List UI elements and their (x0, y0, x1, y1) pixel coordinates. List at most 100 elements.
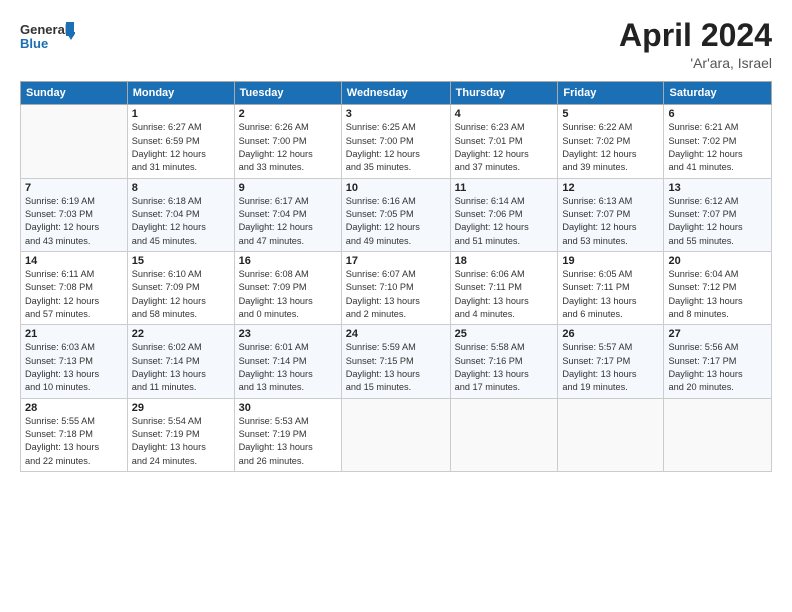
day-number: 13 (668, 182, 767, 194)
weekday-header: Sunday (21, 82, 128, 105)
day-info: Sunrise: 6:07 AMSunset: 7:10 PMDaylight:… (346, 268, 446, 321)
day-info: Sunrise: 6:27 AMSunset: 6:59 PMDaylight:… (132, 121, 230, 174)
day-info: Sunrise: 6:02 AMSunset: 7:14 PMDaylight:… (132, 341, 230, 394)
day-info: Sunrise: 6:23 AMSunset: 7:01 PMDaylight:… (455, 121, 554, 174)
calendar-cell: 29Sunrise: 5:54 AMSunset: 7:19 PMDayligh… (127, 398, 234, 471)
day-number: 17 (346, 255, 446, 267)
calendar-week-row: 14Sunrise: 6:11 AMSunset: 7:08 PMDayligh… (21, 251, 772, 324)
day-number: 18 (455, 255, 554, 267)
day-number: 26 (562, 328, 659, 340)
day-info: Sunrise: 6:14 AMSunset: 7:06 PMDaylight:… (455, 195, 554, 248)
calendar-week-row: 1Sunrise: 6:27 AMSunset: 6:59 PMDaylight… (21, 105, 772, 178)
calendar-cell: 23Sunrise: 6:01 AMSunset: 7:14 PMDayligh… (234, 325, 341, 398)
header: General Blue April 2024 'Ar'ara, Israel (20, 18, 772, 71)
calendar-cell: 5Sunrise: 6:22 AMSunset: 7:02 PMDaylight… (558, 105, 664, 178)
calendar-week-row: 28Sunrise: 5:55 AMSunset: 7:18 PMDayligh… (21, 398, 772, 471)
svg-text:General: General (20, 22, 68, 37)
calendar-cell: 14Sunrise: 6:11 AMSunset: 7:08 PMDayligh… (21, 251, 128, 324)
day-number: 7 (25, 182, 123, 194)
day-number: 24 (346, 328, 446, 340)
calendar-cell: 8Sunrise: 6:18 AMSunset: 7:04 PMDaylight… (127, 178, 234, 251)
day-number: 25 (455, 328, 554, 340)
location: 'Ar'ara, Israel (619, 55, 772, 71)
weekday-header: Saturday (664, 82, 772, 105)
calendar-cell: 28Sunrise: 5:55 AMSunset: 7:18 PMDayligh… (21, 398, 128, 471)
calendar-table: SundayMondayTuesdayWednesdayThursdayFrid… (20, 81, 772, 472)
calendar-cell: 17Sunrise: 6:07 AMSunset: 7:10 PMDayligh… (341, 251, 450, 324)
calendar-cell: 27Sunrise: 5:56 AMSunset: 7:17 PMDayligh… (664, 325, 772, 398)
weekday-header: Tuesday (234, 82, 341, 105)
calendar-cell (21, 105, 128, 178)
day-number: 20 (668, 255, 767, 267)
weekday-header: Friday (558, 82, 664, 105)
weekday-header: Wednesday (341, 82, 450, 105)
weekday-header: Thursday (450, 82, 558, 105)
calendar-cell: 10Sunrise: 6:16 AMSunset: 7:05 PMDayligh… (341, 178, 450, 251)
day-info: Sunrise: 6:21 AMSunset: 7:02 PMDaylight:… (668, 121, 767, 174)
calendar-cell: 4Sunrise: 6:23 AMSunset: 7:01 PMDaylight… (450, 105, 558, 178)
calendar-cell: 22Sunrise: 6:02 AMSunset: 7:14 PMDayligh… (127, 325, 234, 398)
calendar-cell: 18Sunrise: 6:06 AMSunset: 7:11 PMDayligh… (450, 251, 558, 324)
calendar-cell: 25Sunrise: 5:58 AMSunset: 7:16 PMDayligh… (450, 325, 558, 398)
calendar-cell: 3Sunrise: 6:25 AMSunset: 7:00 PMDaylight… (341, 105, 450, 178)
day-info: Sunrise: 6:22 AMSunset: 7:02 PMDaylight:… (562, 121, 659, 174)
calendar-cell: 15Sunrise: 6:10 AMSunset: 7:09 PMDayligh… (127, 251, 234, 324)
day-number: 5 (562, 108, 659, 120)
day-number: 14 (25, 255, 123, 267)
day-number: 29 (132, 402, 230, 414)
logo: General Blue (20, 18, 75, 58)
calendar-cell: 21Sunrise: 6:03 AMSunset: 7:13 PMDayligh… (21, 325, 128, 398)
day-number: 3 (346, 108, 446, 120)
calendar-cell: 24Sunrise: 5:59 AMSunset: 7:15 PMDayligh… (341, 325, 450, 398)
day-info: Sunrise: 6:12 AMSunset: 7:07 PMDaylight:… (668, 195, 767, 248)
weekday-header: Monday (127, 82, 234, 105)
day-info: Sunrise: 6:26 AMSunset: 7:00 PMDaylight:… (239, 121, 337, 174)
day-number: 8 (132, 182, 230, 194)
day-number: 23 (239, 328, 337, 340)
calendar-cell (341, 398, 450, 471)
day-number: 19 (562, 255, 659, 267)
day-info: Sunrise: 5:54 AMSunset: 7:19 PMDaylight:… (132, 415, 230, 468)
day-info: Sunrise: 5:59 AMSunset: 7:15 PMDaylight:… (346, 341, 446, 394)
logo-svg: General Blue (20, 18, 75, 58)
calendar-cell (450, 398, 558, 471)
calendar-cell: 1Sunrise: 6:27 AMSunset: 6:59 PMDaylight… (127, 105, 234, 178)
day-number: 6 (668, 108, 767, 120)
day-info: Sunrise: 6:10 AMSunset: 7:09 PMDaylight:… (132, 268, 230, 321)
day-info: Sunrise: 6:03 AMSunset: 7:13 PMDaylight:… (25, 341, 123, 394)
calendar-cell (558, 398, 664, 471)
day-number: 9 (239, 182, 337, 194)
day-info: Sunrise: 6:06 AMSunset: 7:11 PMDaylight:… (455, 268, 554, 321)
day-info: Sunrise: 6:13 AMSunset: 7:07 PMDaylight:… (562, 195, 659, 248)
day-number: 2 (239, 108, 337, 120)
day-number: 12 (562, 182, 659, 194)
calendar-cell: 7Sunrise: 6:19 AMSunset: 7:03 PMDaylight… (21, 178, 128, 251)
svg-text:Blue: Blue (20, 36, 48, 51)
day-info: Sunrise: 6:04 AMSunset: 7:12 PMDaylight:… (668, 268, 767, 321)
calendar-cell: 9Sunrise: 6:17 AMSunset: 7:04 PMDaylight… (234, 178, 341, 251)
day-number: 4 (455, 108, 554, 120)
title-block: April 2024 'Ar'ara, Israel (619, 18, 772, 71)
day-info: Sunrise: 6:25 AMSunset: 7:00 PMDaylight:… (346, 121, 446, 174)
day-number: 10 (346, 182, 446, 194)
calendar-cell: 2Sunrise: 6:26 AMSunset: 7:00 PMDaylight… (234, 105, 341, 178)
day-info: Sunrise: 6:08 AMSunset: 7:09 PMDaylight:… (239, 268, 337, 321)
day-number: 11 (455, 182, 554, 194)
calendar-cell: 30Sunrise: 5:53 AMSunset: 7:19 PMDayligh… (234, 398, 341, 471)
calendar-page: General Blue April 2024 'Ar'ara, Israel … (0, 0, 792, 612)
calendar-cell: 11Sunrise: 6:14 AMSunset: 7:06 PMDayligh… (450, 178, 558, 251)
month-title: April 2024 (619, 18, 772, 53)
day-info: Sunrise: 6:16 AMSunset: 7:05 PMDaylight:… (346, 195, 446, 248)
calendar-cell: 26Sunrise: 5:57 AMSunset: 7:17 PMDayligh… (558, 325, 664, 398)
calendar-cell: 16Sunrise: 6:08 AMSunset: 7:09 PMDayligh… (234, 251, 341, 324)
day-number: 1 (132, 108, 230, 120)
calendar-week-row: 21Sunrise: 6:03 AMSunset: 7:13 PMDayligh… (21, 325, 772, 398)
day-info: Sunrise: 6:01 AMSunset: 7:14 PMDaylight:… (239, 341, 337, 394)
day-number: 21 (25, 328, 123, 340)
day-info: Sunrise: 6:17 AMSunset: 7:04 PMDaylight:… (239, 195, 337, 248)
day-number: 27 (668, 328, 767, 340)
day-info: Sunrise: 6:11 AMSunset: 7:08 PMDaylight:… (25, 268, 123, 321)
calendar-cell: 13Sunrise: 6:12 AMSunset: 7:07 PMDayligh… (664, 178, 772, 251)
day-number: 30 (239, 402, 337, 414)
day-number: 15 (132, 255, 230, 267)
